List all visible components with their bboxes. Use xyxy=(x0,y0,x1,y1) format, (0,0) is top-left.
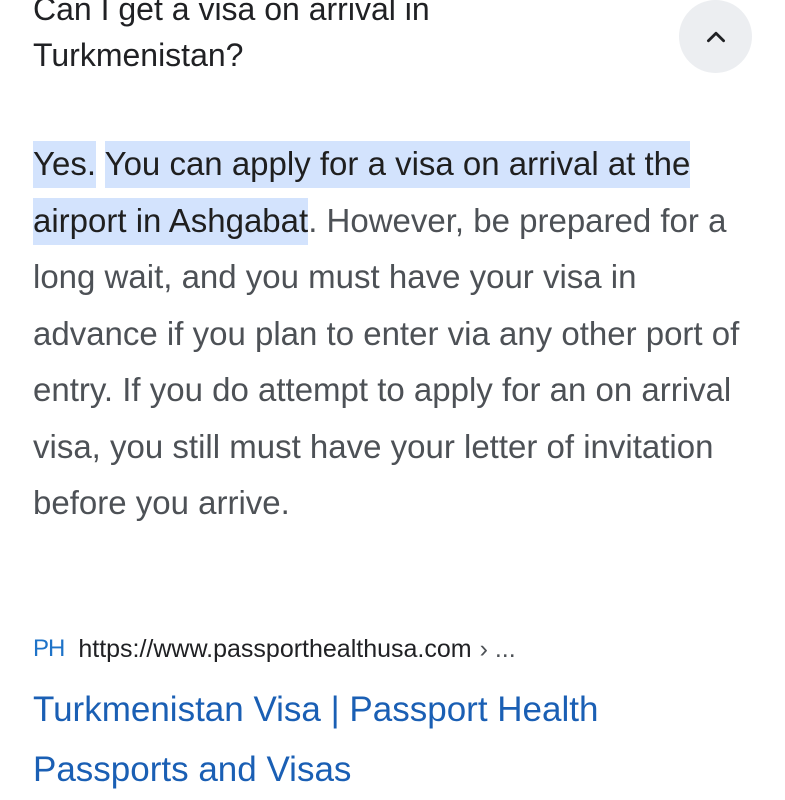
site-favicon-icon: PH xyxy=(33,635,65,662)
source-url[interactable]: https://www.passporthealthusa.com xyxy=(78,635,471,664)
answer-highlight-yes: Yes. xyxy=(33,141,97,188)
result-title-link[interactable]: Turkmenistan Visa | Passport Health Pass… xyxy=(33,680,733,800)
answer-text: Yes. You can apply for a visa on arrival… xyxy=(33,136,753,532)
collapse-button[interactable] xyxy=(679,0,752,73)
chevron-up-icon xyxy=(706,31,725,42)
answer-rest: . However, be prepared for a long wait, … xyxy=(33,201,740,522)
source-row[interactable]: PH https://www.passporthealthusa.com › .… xyxy=(33,630,516,668)
question-heading: Can I get a visa on arrival in Turkmenis… xyxy=(33,0,430,73)
source-breadcrumb: › ... xyxy=(479,634,516,663)
